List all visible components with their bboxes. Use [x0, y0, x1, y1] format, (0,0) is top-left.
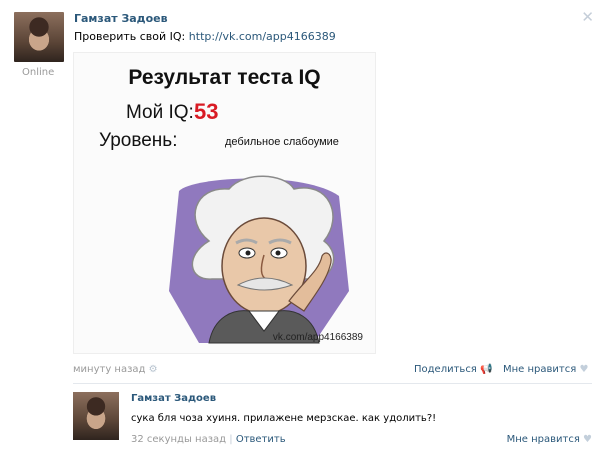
image-title: Результат теста IQ — [128, 66, 321, 89]
close-icon[interactable]: ✕ — [581, 8, 594, 26]
post-link[interactable]: http://vk.com/app4166389 — [189, 30, 336, 43]
post-timestamp[interactable]: минуту назад — [73, 364, 145, 375]
post-author[interactable]: Гамзат Задоев — [74, 12, 168, 25]
comment-author[interactable]: Гамзат Задоев — [131, 393, 216, 404]
comment-avatar[interactable] — [73, 392, 119, 440]
reply-button[interactable]: Ответить — [236, 434, 286, 445]
comment-divider — [73, 383, 592, 384]
post-like-label[interactable]: Мне нравится — [503, 364, 576, 375]
comment-timestamp[interactable]: 32 секунды назад — [131, 434, 226, 445]
einstein-caricature-illustration — [169, 175, 349, 344]
heart-icon[interactable]: ♥ — [579, 364, 588, 375]
share-action[interactable]: Поделиться 📢 — [414, 364, 492, 375]
image-level-label: Уровень: — [99, 130, 178, 151]
image-level-value: дебильное слабоумие — [225, 136, 339, 148]
comment-like-action[interactable]: Мне нравится ♥ — [507, 434, 592, 445]
comment-like-label[interactable]: Мне нравится — [507, 434, 580, 445]
gear-icon[interactable]: ⚙ — [149, 364, 158, 375]
comment-separator: | — [229, 434, 233, 445]
comment-heart-icon[interactable]: ♥ — [583, 434, 592, 445]
post-meta: минуту назад ⚙ — [73, 364, 158, 375]
share-label[interactable]: Поделиться — [414, 364, 477, 375]
post-text: Проверить свой IQ: http://vk.com/app4166… — [74, 30, 336, 43]
online-status: Online — [22, 67, 55, 78]
image-watermark: vk.com/app4166389 — [272, 332, 363, 343]
author-avatar[interactable] — [14, 12, 64, 62]
image-iq-value: 53 — [194, 99, 219, 124]
comment-text: сука бля чоза хуиня. прилажене мерзскае.… — [131, 413, 437, 424]
post-image[interactable]: Результат теста IQ Мой IQ: 53 Уровень: д… — [73, 52, 376, 354]
post-like-action[interactable]: Мне нравится ♥ — [503, 364, 588, 375]
comment-meta: 32 секунды назад | Ответить — [131, 434, 286, 445]
megaphone-icon[interactable]: 📢 — [480, 364, 492, 375]
image-iq-label: Мой IQ: — [126, 102, 194, 123]
post-text-prefix: Проверить свой IQ: — [74, 30, 186, 43]
